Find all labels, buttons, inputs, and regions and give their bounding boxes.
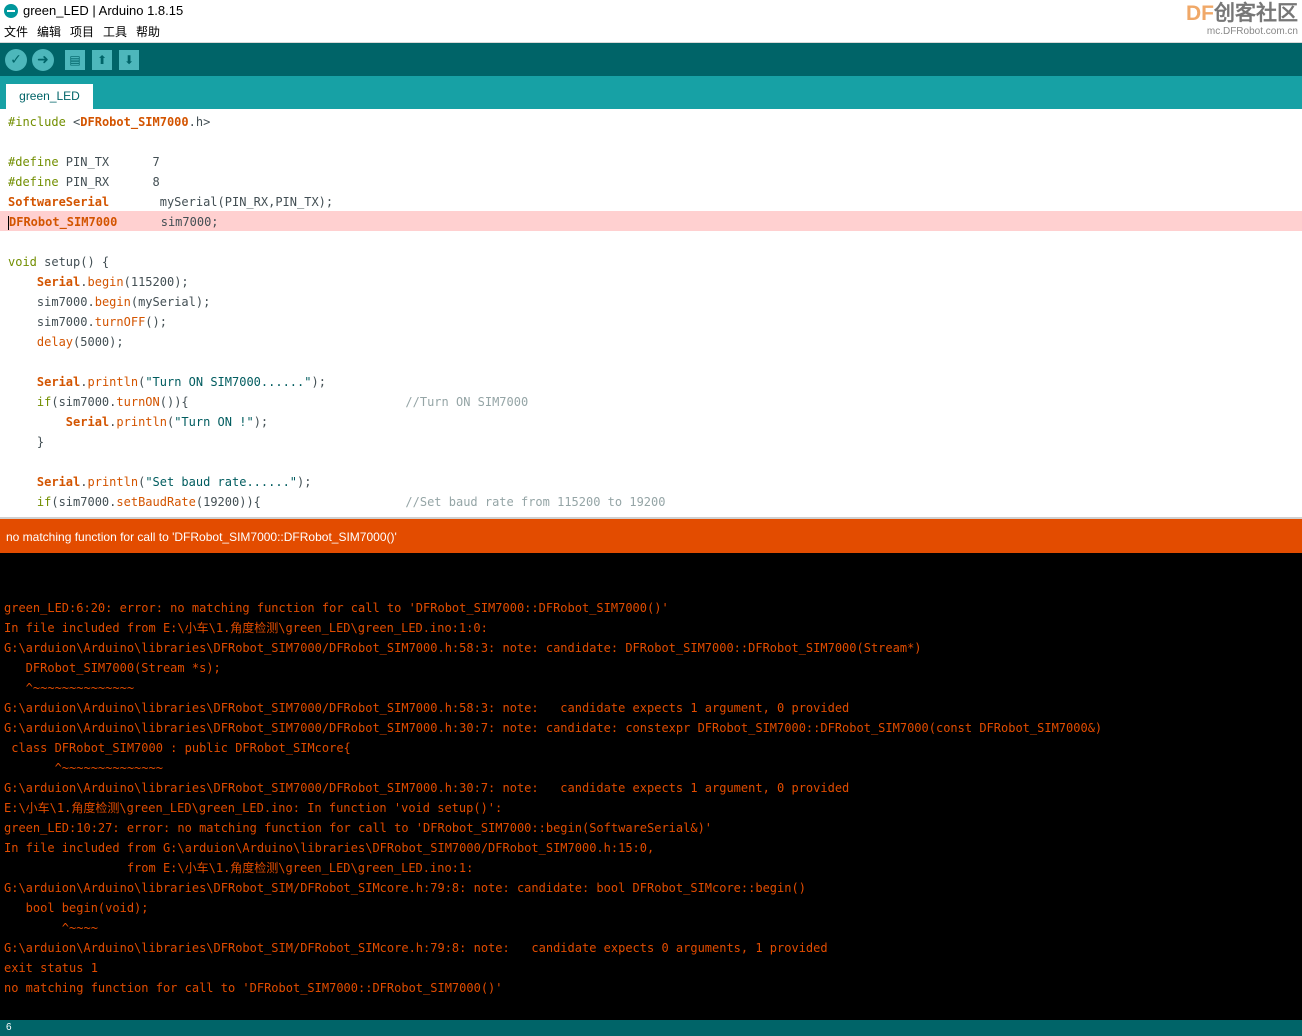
logo-brand: DF创客社区	[1186, 2, 1298, 26]
code-line-10: sim7000.begin(mySerial);	[36, 295, 211, 309]
open-button[interactable]: ⬆	[92, 50, 112, 70]
menu-tools[interactable]: 工具	[103, 24, 127, 40]
code-line-11: sim7000.turnOFF();	[36, 315, 167, 329]
code-line-8: void setup() {	[8, 255, 110, 269]
console-line: green_LED:6:20: error: no matching funct…	[4, 601, 669, 615]
console-line: green_LED:10:27: error: no matching func…	[4, 821, 713, 835]
console-line: G:\arduion\Arduino\libraries\DFRobot_SIM…	[4, 721, 1103, 735]
error-message: no matching function for call to 'DFRobo…	[6, 530, 397, 544]
menu-edit[interactable]: 编辑	[37, 24, 61, 40]
logo-brand-cn: 创客社区	[1214, 2, 1298, 25]
code-line-17: }	[8, 435, 45, 449]
console-line: In file included from E:\小车\1.角度检测\green…	[4, 621, 488, 635]
logo-brand-prefix: DF	[1186, 2, 1214, 25]
console-line: G:\arduion\Arduino\libraries\DFRobot_SIM…	[4, 781, 850, 795]
console-line: G:\arduion\Arduino\libraries\DFRobot_SIM…	[4, 941, 828, 955]
console-line: G:\arduion\Arduino\libraries\DFRobot_SIM…	[4, 641, 922, 655]
upload-button[interactable]: ➜	[32, 49, 54, 71]
console-line: ^~~~~~~~~~~~~~~	[4, 681, 135, 695]
toolbar: ✓ ➜ ▤ ⬆ ⬇	[0, 43, 1302, 76]
menu-file[interactable]: 文件	[4, 24, 28, 40]
console-line: DFRobot_SIM7000(Stream *s);	[4, 661, 221, 675]
dfrobot-logo: DF创客社区 mc.DFRobot.com.cn	[1186, 2, 1298, 38]
console-line: In file included from G:\arduion\Arduino…	[4, 841, 655, 855]
line-number: 6	[6, 1022, 12, 1033]
tab-green-led[interactable]: green_LED	[6, 84, 93, 109]
code-line-1: #include <DFRobot_SIM7000.h>	[8, 115, 211, 129]
window-title: green_LED | Arduino 1.8.15	[23, 3, 184, 18]
code-line-6: DFRobot_SIM7000 sim7000;	[8, 215, 219, 230]
status-bar: 6	[0, 1020, 1302, 1036]
console-line: class DFRobot_SIM7000 : public DFRobot_S…	[4, 741, 351, 755]
error-status-bar: no matching function for call to 'DFRobo…	[0, 519, 1302, 553]
console-line: E:\小车\1.角度检测\green_LED\green_LED.ino: In…	[4, 801, 503, 815]
logo-url: mc.DFRobot.com.cn	[1206, 26, 1298, 37]
arrow-down-icon: ⬇	[123, 53, 135, 67]
console-line: exit status 1	[4, 961, 98, 975]
code-line-3: #define PIN_TX 7	[8, 155, 160, 169]
new-button[interactable]: ▤	[65, 50, 85, 70]
menu-help[interactable]: 帮助	[136, 24, 160, 40]
code-line-9: Serial.begin(115200);	[36, 275, 189, 289]
arduino-icon	[4, 4, 18, 18]
code-line-15: if(sim7000.turnON()){ //Turn ON SIM7000	[36, 395, 529, 409]
save-button[interactable]: ⬇	[119, 50, 139, 70]
code-line-16: Serial.println("Turn ON !");	[65, 415, 269, 429]
new-file-icon: ▤	[69, 53, 81, 67]
check-icon: ✓	[10, 52, 22, 68]
code-line-4: #define PIN_RX 8	[8, 175, 160, 189]
code-line-14: Serial.println("Turn ON SIM7000......");	[36, 375, 326, 389]
verify-button[interactable]: ✓	[5, 49, 27, 71]
code-line-20: if(sim7000.setBaudRate(19200)){ //Set ba…	[36, 495, 666, 509]
code-line-12: delay(5000);	[36, 335, 124, 349]
arrow-right-icon: ➜	[37, 52, 49, 68]
menu-bar: 文件 编辑 项目 工具 帮助	[0, 22, 1302, 43]
tab-bar: green_LED	[0, 76, 1302, 109]
console-output[interactable]: green_LED:6:20: error: no matching funct…	[0, 553, 1302, 1020]
code-line-19: Serial.println("Set baud rate......");	[36, 475, 312, 489]
code-line-5: SoftwareSerial mySerial(PIN_RX,PIN_TX);	[8, 195, 334, 209]
arrow-up-icon: ⬆	[96, 53, 108, 67]
console-line: no matching function for call to 'DFRobo…	[4, 981, 503, 995]
menu-sketch[interactable]: 项目	[70, 24, 94, 40]
title-bar: green_LED | Arduino 1.8.15	[0, 0, 1302, 22]
console-line: ^~~~~~~~~~~~~~~	[4, 761, 163, 775]
console-line: G:\arduion\Arduino\libraries\DFRobot_SIM…	[4, 881, 806, 895]
code-editor[interactable]: #include <DFRobot_SIM7000.h> #define PIN…	[0, 109, 1302, 519]
console-line: ^~~~~	[4, 921, 98, 935]
console-line: G:\arduion\Arduino\libraries\DFRobot_SIM…	[4, 701, 850, 715]
console-line: bool begin(void);	[4, 901, 149, 915]
console-line: from E:\小车\1.角度检测\green_LED\green_LED.in…	[4, 861, 474, 875]
